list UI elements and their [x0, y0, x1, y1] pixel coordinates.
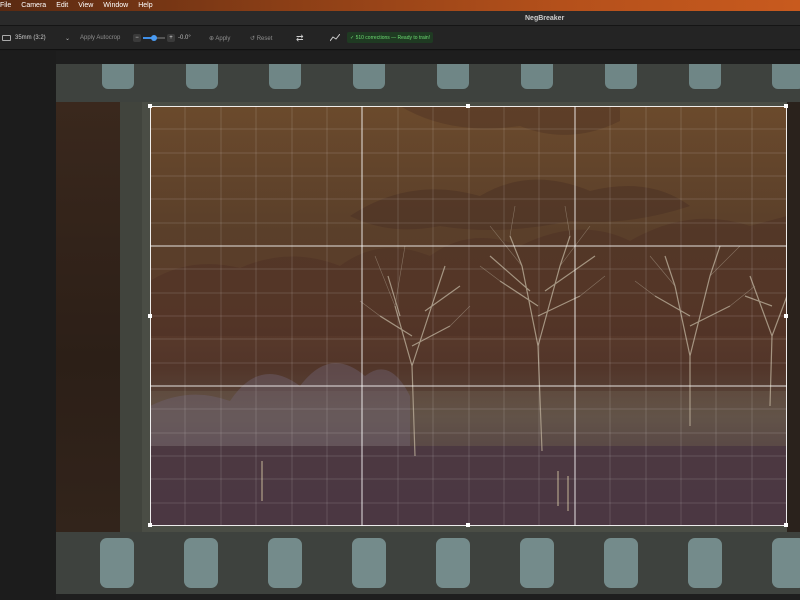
window-title: NegBreaker — [525, 15, 565, 22]
crop-grid — [150, 106, 787, 526]
menu-help[interactable]: Help — [138, 0, 152, 11]
sprocket-hole — [772, 538, 800, 588]
sprocket-hole — [100, 538, 134, 588]
crop-handle-bottom-right[interactable] — [784, 523, 788, 527]
sprocket-hole — [437, 64, 469, 89]
previous-frame — [56, 102, 120, 532]
sprocket-hole — [352, 538, 386, 588]
menu-camera[interactable]: Camera — [21, 0, 46, 11]
apply-button[interactable]: ⊕ Apply — [209, 26, 230, 50]
toolbar: 35mm (3:2) ⌄ Apply Autocrop − + -0.0° ⊕ … — [0, 26, 800, 50]
sprocket-hole — [353, 64, 385, 89]
rotation-value: -0.0° — [178, 35, 191, 41]
crop-handle-top-right[interactable] — [784, 104, 788, 108]
rotation-slider[interactable] — [143, 26, 165, 50]
crop-handle-bottom[interactable] — [466, 523, 470, 527]
menu-bar: File Camera Edit View Window Help — [0, 0, 800, 11]
crop-handle-right[interactable] — [784, 314, 788, 318]
crop-handle-left[interactable] — [148, 314, 152, 318]
menu-edit[interactable]: Edit — [56, 0, 68, 11]
film-format-select[interactable]: 35mm (3:2) ⌄ — [2, 26, 72, 50]
crop-handle-top-left[interactable] — [148, 104, 152, 108]
sprocket-hole — [605, 64, 637, 89]
sprocket-hole — [186, 64, 218, 89]
menu-window[interactable]: Window — [103, 0, 128, 11]
sprocket-hole — [772, 64, 800, 89]
menu-view[interactable]: View — [78, 0, 93, 11]
next-frame-edge — [787, 102, 800, 532]
frame-icon — [2, 35, 11, 41]
menu-file[interactable]: File — [0, 0, 11, 11]
title-bar: NegBreaker — [0, 11, 800, 26]
sprocket-hole — [521, 64, 553, 89]
sprocket-hole — [520, 538, 554, 588]
crop-handle-bottom-left[interactable] — [148, 523, 152, 527]
sprocket-hole — [102, 64, 134, 89]
crop-handle-top[interactable] — [466, 104, 470, 108]
status-badge: ✓ 510 corrections — Ready to train! — [347, 32, 434, 43]
crop-box[interactable] — [148, 104, 788, 527]
swap-icon[interactable]: ⇄ — [296, 26, 304, 50]
rotation-increase-button[interactable]: + — [167, 34, 175, 42]
sprocket-hole — [184, 538, 218, 588]
sprocket-hole — [688, 538, 722, 588]
sprocket-hole — [436, 538, 470, 588]
rotation-slider-track — [143, 35, 165, 41]
reset-button[interactable]: ↺ Reset — [250, 26, 272, 50]
rotation-slider-knob[interactable] — [151, 35, 157, 41]
frame-gap — [120, 102, 142, 532]
chevron-down-icon: ⌄ — [64, 35, 70, 42]
sprocket-hole — [268, 538, 302, 588]
film-format-label: 35mm (3:2) — [15, 35, 46, 41]
chart-icon[interactable] — [330, 26, 340, 50]
left-panel — [0, 51, 56, 600]
rotation-decrease-button[interactable]: − — [133, 34, 141, 42]
sprocket-hole — [269, 64, 301, 89]
sprocket-hole — [689, 64, 721, 89]
apply-autocrop-button[interactable]: Apply Autocrop — [80, 26, 120, 50]
sprocket-hole — [604, 538, 638, 588]
